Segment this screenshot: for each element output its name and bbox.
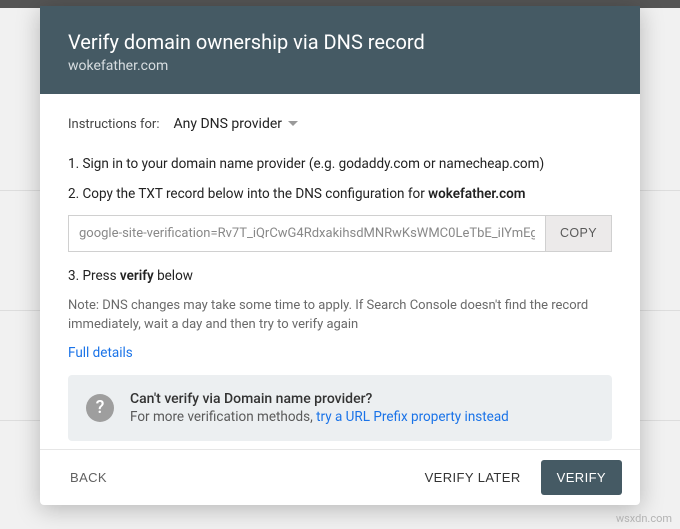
watermark: wsxdn.com — [616, 512, 672, 525]
dialog-header: Verify domain ownership via DNS record w… — [40, 6, 640, 94]
step-2-domain: wokefather.com — [428, 186, 525, 202]
step-3-suffix: below — [154, 268, 193, 284]
instructions-for-row: Instructions for: Any DNS provider — [68, 112, 612, 136]
url-prefix-link[interactable]: try a URL Prefix property instead — [316, 409, 509, 425]
alt-verification-subtitle: For more verification methods, try a URL… — [130, 409, 509, 425]
full-details-link[interactable]: Full details — [68, 345, 612, 361]
alt-verification-box: ? Can't verify via Domain name provider?… — [68, 375, 612, 441]
provider-dropdown[interactable]: Any DNS provider — [171, 112, 300, 136]
question-icon: ? — [86, 394, 114, 422]
txt-record-input[interactable] — [68, 215, 545, 252]
txt-record-row: COPY — [68, 215, 612, 252]
provider-selected-value: Any DNS provider — [173, 116, 282, 132]
chevron-down-icon — [288, 121, 298, 127]
copy-button[interactable]: COPY — [545, 215, 612, 252]
step-3-bold: verify — [120, 268, 154, 284]
dns-note: Note: DNS changes may take some time to … — [68, 296, 612, 335]
alt-verification-title: Can't verify via Domain name provider? — [130, 391, 509, 407]
step-3-prefix: 3. Press — [68, 268, 120, 284]
dialog-footer: BACK VERIFY LATER VERIFY — [40, 449, 640, 505]
verify-domain-dialog: Verify domain ownership via DNS record w… — [40, 6, 640, 505]
step-2: 2. Copy the TXT record below into the DN… — [68, 184, 612, 204]
alt-verification-sub-prefix: For more verification methods, — [130, 409, 316, 425]
step-1: 1. Sign in to your domain name provider … — [68, 154, 612, 174]
instructions-for-label: Instructions for: — [68, 117, 159, 132]
dialog-title: Verify domain ownership via DNS record — [68, 30, 612, 54]
back-button[interactable]: BACK — [58, 460, 119, 495]
verify-button[interactable]: VERIFY — [541, 460, 622, 495]
step-2-text: 2. Copy the TXT record below into the DN… — [68, 186, 428, 202]
dialog-domain: wokefather.com — [68, 58, 612, 74]
verify-later-button[interactable]: VERIFY LATER — [413, 460, 533, 495]
dialog-body: Instructions for: Any DNS provider 1. Si… — [40, 94, 640, 449]
alt-verification-text: Can't verify via Domain name provider? F… — [130, 391, 509, 425]
step-3: 3. Press verify below — [68, 266, 612, 286]
